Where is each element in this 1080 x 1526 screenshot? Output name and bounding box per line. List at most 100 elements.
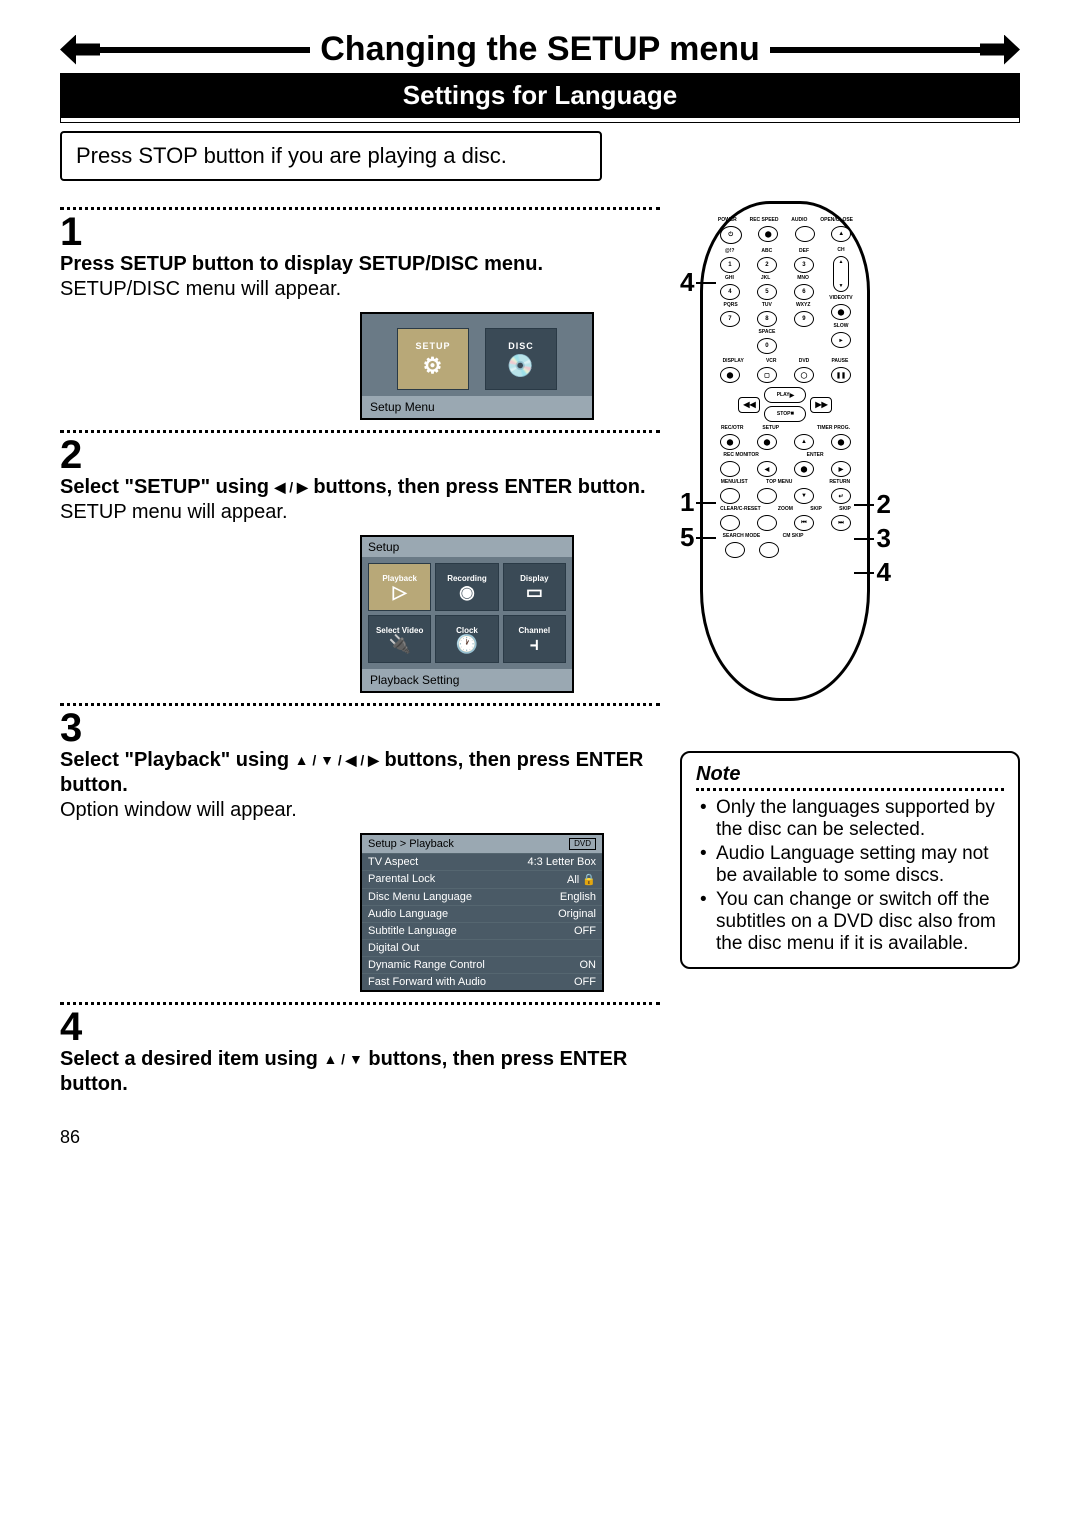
callout-5-left: 5 — [680, 524, 694, 550]
step-2-heading-b: buttons, then press ENTER button. — [308, 476, 646, 498]
tile-setup: SETUP ⚙ — [397, 328, 469, 390]
audio-button[interactable] — [795, 226, 815, 242]
screenshot-playback-options: Setup > Playback DVD TV Aspect4:3 Letter… — [360, 833, 604, 992]
display-icon: ▭ — [526, 583, 543, 601]
ffwd-button[interactable]: ▶▶ — [810, 397, 832, 413]
note-item: You can change or switch off the subtitl… — [712, 889, 1004, 955]
num-7-button[interactable]: 7 — [720, 311, 740, 327]
separator — [60, 207, 660, 210]
cm-skip-button[interactable] — [759, 542, 779, 558]
separator — [60, 430, 660, 433]
cell-playback: Playback▷ — [368, 563, 431, 611]
callout-2-right: 2 — [876, 491, 890, 517]
power-button[interactable]: ⏻ — [720, 226, 742, 244]
left-arrow-button[interactable]: ◀ — [757, 461, 777, 477]
rec-monitor-button[interactable] — [720, 461, 740, 477]
note-box: Note Only the languages supported by the… — [680, 751, 1020, 969]
play-button[interactable]: PLAY ▶ — [764, 387, 806, 403]
display-button[interactable]: ⬤ — [720, 367, 740, 383]
slow-button[interactable]: ▸ — [831, 332, 851, 348]
step-2-sub: SETUP menu will appear. — [60, 501, 288, 523]
skip-back-button[interactable]: ⏮ — [794, 515, 814, 531]
up-down-arrows-icon: ▲ / ▼ — [323, 1051, 362, 1069]
play-icon: ▷ — [393, 583, 407, 601]
pause-button[interactable]: ❚❚ — [831, 367, 851, 383]
step-3-number: 3 — [60, 708, 660, 748]
step-1-sub: SETUP/DISC menu will appear. — [60, 278, 341, 300]
callout-4-right: 4 — [876, 559, 890, 585]
dvd-badge: DVD — [569, 838, 596, 850]
menu-list-button[interactable] — [720, 488, 740, 504]
page-number: 86 — [60, 1127, 1020, 1148]
table-row: Fast Forward with AudioOFF — [362, 973, 602, 990]
note-item: Audio Language setting may not be availa… — [712, 843, 1004, 887]
subtitle: Settings for Language — [60, 73, 1020, 118]
step-1-number: 1 — [60, 212, 660, 252]
skip-fwd-button[interactable]: ⏭ — [831, 515, 851, 531]
setup-button[interactable]: ⬤ — [757, 434, 777, 450]
table-row: Subtitle LanguageOFF — [362, 922, 602, 939]
page-title: Changing the SETUP menu — [310, 30, 770, 69]
zoom-button[interactable] — [757, 515, 777, 531]
note-item: Only the languages supported by the disc… — [712, 797, 1004, 841]
screenshot-caption: Setup Menu — [362, 396, 592, 418]
table-row: Disc Menu LanguageEnglish — [362, 888, 602, 905]
right-arrow-button[interactable]: ▶ — [831, 461, 851, 477]
search-mode-button[interactable] — [725, 542, 745, 558]
enter-button[interactable]: ⬤ — [794, 461, 814, 477]
clear-button[interactable] — [720, 515, 740, 531]
up-arrow-button[interactable]: ▲ — [794, 434, 814, 450]
num-6-button[interactable]: 6 — [794, 284, 814, 300]
num-4-button[interactable]: 4 — [720, 284, 740, 300]
step-4-number: 4 — [60, 1007, 660, 1047]
tile-disc: DISC 💿 — [485, 328, 557, 390]
video-tv-button[interactable]: ⬤ — [831, 304, 851, 320]
antenna-icon: ⫞ — [530, 635, 539, 653]
stop-button[interactable]: STOP ■ — [764, 406, 806, 422]
num-1-button[interactable]: 1 — [720, 257, 740, 273]
dvd-button[interactable]: ◯ — [794, 367, 814, 383]
down-arrow-button[interactable]: ▼ — [794, 488, 814, 504]
step-1-heading: Press SETUP button to display SETUP/DISC… — [60, 253, 543, 275]
udlr-arrows-icon: ▲ / ▼ / ◀ / ▶ — [295, 752, 379, 770]
cell-select-video: Select Video🔌 — [368, 615, 431, 663]
step-3-heading-a: Select "Playback" using — [60, 749, 295, 771]
screenshot-setup-grid: Setup Playback▷ Recording◉ Display▭ Sele… — [360, 535, 574, 693]
num-0-button[interactable]: 0 — [757, 338, 777, 354]
arrow-right-icon — [980, 35, 1020, 65]
open-close-button[interactable]: ▲ — [831, 226, 851, 242]
cell-channel: Channel⫞ — [503, 615, 566, 663]
timer-prog-button[interactable]: ⬤ — [831, 434, 851, 450]
step-2-heading-a: Select "SETUP" using — [60, 476, 275, 498]
screenshot-setup-disc: SETUP ⚙ DISC 💿 Setup Menu — [360, 312, 594, 420]
channel-up-down-button[interactable]: ▲▼ — [833, 256, 849, 292]
record-icon: ◉ — [459, 583, 475, 601]
breadcrumb: Setup > Playback — [368, 838, 454, 850]
table-row: Parental LockAll 🔒 — [362, 870, 602, 888]
num-8-button[interactable]: 8 — [757, 311, 777, 327]
cell-clock: Clock🕐 — [435, 615, 498, 663]
rec-speed-button[interactable]: ⬤ — [758, 226, 778, 242]
remote-diagram: 4 1 5 POWERREC SPEEDAUDIOOPEN/CLOSE ⏻ ⬤ … — [680, 201, 1020, 701]
return-button[interactable]: ↵ — [831, 488, 851, 504]
slider-icon: ⚙ — [423, 355, 444, 377]
num-5-button[interactable]: 5 — [757, 284, 777, 300]
num-2-button[interactable]: 2 — [757, 257, 777, 273]
title-banner: Changing the SETUP menu — [60, 30, 1020, 69]
separator — [60, 703, 660, 706]
arrow-left-icon — [60, 35, 100, 65]
cell-display: Display▭ — [503, 563, 566, 611]
left-right-arrows-icon: ◀ / ▶ — [275, 479, 308, 497]
step-3-sub: Option window will appear. — [60, 799, 297, 821]
rec-otr-button[interactable]: ⬤ — [720, 434, 740, 450]
table-row: Digital Out — [362, 939, 602, 956]
cell-recording: Recording◉ — [435, 563, 498, 611]
num-3-button[interactable]: 3 — [794, 257, 814, 273]
callout-3-right: 3 — [876, 525, 890, 551]
top-menu-button[interactable] — [757, 488, 777, 504]
vcr-button[interactable]: ▢ — [757, 367, 777, 383]
table-row: TV Aspect4:3 Letter Box — [362, 853, 602, 870]
callout-4-left: 4 — [680, 269, 694, 295]
rewind-button[interactable]: ◀◀ — [738, 397, 760, 413]
num-9-button[interactable]: 9 — [794, 311, 814, 327]
